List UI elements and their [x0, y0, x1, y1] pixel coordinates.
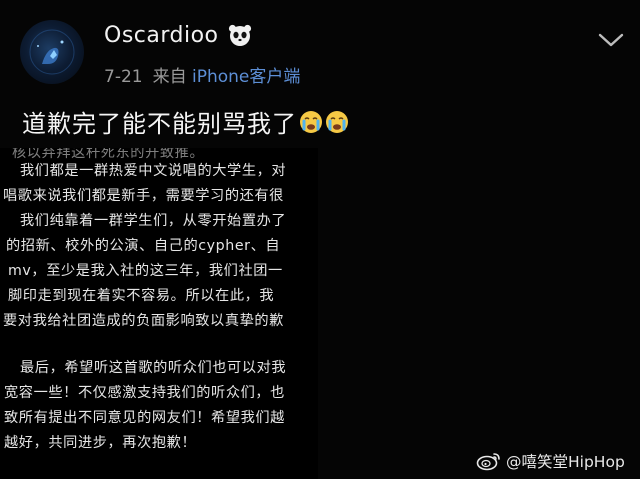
- image-text-line: mv，至少是我入社的这三年，我们社团一: [8, 263, 283, 279]
- source-prefix: 来自: [152, 67, 187, 87]
- watermark-text: @嘻笑堂HipHop: [506, 453, 625, 471]
- image-text-line: 唱歌来说我们都是新手，需要学习的还有很: [3, 188, 284, 204]
- image-text-line: 致所有提出不同意见的网友们！希望我们越: [4, 410, 285, 426]
- username[interactable]: Oscardioo: [104, 23, 219, 48]
- post-text: 道歉完了能不能别骂我了: [22, 104, 349, 139]
- post-date: 7-21: [104, 67, 143, 87]
- image-text-line: 脚印走到现在着实不容易。所以在此，我: [8, 288, 275, 304]
- avatar[interactable]: [20, 20, 84, 84]
- source-device-link[interactable]: iPhone客户端: [192, 67, 300, 87]
- post-meta: 7-21 来自 iPhone客户端: [104, 62, 300, 87]
- image-text-line: 核以弃拜这杆死东的开致推。: [12, 148, 205, 161]
- image-text-line: 要对我给社团造成的负面影响致以真挚的歉: [3, 313, 284, 329]
- image-text-line: 最后，希望听这首歌的听众们也可以对我: [20, 360, 287, 376]
- panda-icon: [228, 24, 251, 46]
- watermark: @嘻笑堂HipHop: [476, 450, 625, 472]
- crying-emoji-icon: [300, 110, 322, 133]
- username-row: Oscardioo: [104, 22, 253, 48]
- chevron-down-icon[interactable]: [597, 30, 625, 50]
- weibo-logo-icon: [476, 453, 500, 471]
- post-text-content: 道歉完了能不能别骂我了: [22, 110, 297, 138]
- weibo-post: Oscardioo 7-21 来自 iPhone客户端 道歉完了能不能别骂我了: [0, 0, 640, 479]
- image-text-line: 越好，共同进步，再次抱歉！: [4, 435, 197, 451]
- image-text-line: 我们纯靠着一群学生们，从零开始置办了: [20, 213, 287, 229]
- post-image[interactable]: 核以弃拜这杆死东的开致推。 我们都是一群热爱中文说唱的大学生，对 唱歌来说我们都…: [0, 148, 318, 479]
- image-text-line: 的招新、校外的公演、自己的cypher、自: [6, 238, 281, 254]
- crying-emoji-icon: [326, 110, 348, 133]
- image-text-line: 我们都是一群热爱中文说唱的大学生，对: [20, 163, 287, 179]
- image-text-line: 宽容一些！不仅感激支持我们的听众们，也: [4, 385, 285, 401]
